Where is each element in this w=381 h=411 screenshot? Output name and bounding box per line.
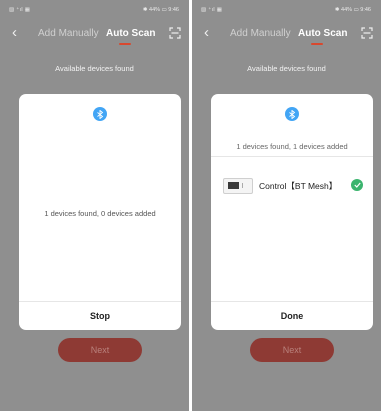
status-left: ▨ ⁺ıl ▦ — [9, 7, 31, 13]
device-list-item[interactable]: Control【BT Mesh】 — [211, 171, 373, 199]
found-header: Available devices found — [247, 64, 326, 73]
back-icon[interactable]: ‹ — [204, 24, 209, 42]
status-bar: ▨ ⁺ıl ▦ ✱ 44% ▭ 9:46 — [192, 0, 381, 20]
scan-frame-icon[interactable] — [169, 27, 181, 39]
scan-status-text: 1 devices found, 0 devices added — [44, 209, 156, 218]
scan-status-text: 1 devices found, 1 devices added — [236, 142, 348, 151]
bluetooth-icon — [285, 107, 299, 121]
device-thumbnail — [223, 178, 253, 194]
nav-bar: ‹ Add Manually Auto Scan — [192, 23, 381, 45]
next-button[interactable]: Next — [250, 338, 334, 362]
done-button[interactable]: Done — [211, 302, 373, 330]
scan-dialog: 1 devices found, 1 devices added Control… — [211, 94, 373, 330]
stop-button[interactable]: Stop — [19, 302, 181, 330]
phone-screen-right: ▨ ⁺ıl ▦ ✱ 44% ▭ 9:46 ‹ Add Manually Auto… — [192, 0, 381, 411]
check-circle-icon — [351, 179, 363, 191]
back-icon[interactable]: ‹ — [12, 24, 17, 42]
scan-frame-icon[interactable] — [361, 27, 373, 39]
scan-dialog: 1 devices found, 0 devices added Stop — [19, 94, 181, 330]
status-left: ▨ ⁺ıl ▦ — [201, 7, 223, 13]
tab-add-manually[interactable]: Add Manually — [230, 28, 291, 39]
status-right: ✱ 44% ▭ 9:46 — [334, 7, 371, 13]
tab-auto-scan[interactable]: Auto Scan — [298, 28, 347, 39]
tab-auto-scan[interactable]: Auto Scan — [106, 28, 155, 39]
found-header: Available devices found — [55, 64, 134, 73]
phone-screen-left: ▨ ⁺ıl ▦ ✱ 44% ▭ 9:46 ‹ Add Manually Auto… — [0, 0, 189, 411]
next-button[interactable]: Next — [58, 338, 142, 362]
status-right: ✱ 44% ▭ 9:46 — [142, 7, 179, 13]
tab-add-manually[interactable]: Add Manually — [38, 28, 99, 39]
bluetooth-icon — [93, 107, 107, 121]
status-bar: ▨ ⁺ıl ▦ ✱ 44% ▭ 9:46 — [0, 0, 189, 20]
nav-bar: ‹ Add Manually Auto Scan — [0, 23, 189, 45]
divider — [211, 156, 373, 157]
active-tab-indicator — [119, 43, 131, 45]
device-name: Control【BT Mesh】 — [259, 181, 338, 191]
active-tab-indicator — [311, 43, 323, 45]
